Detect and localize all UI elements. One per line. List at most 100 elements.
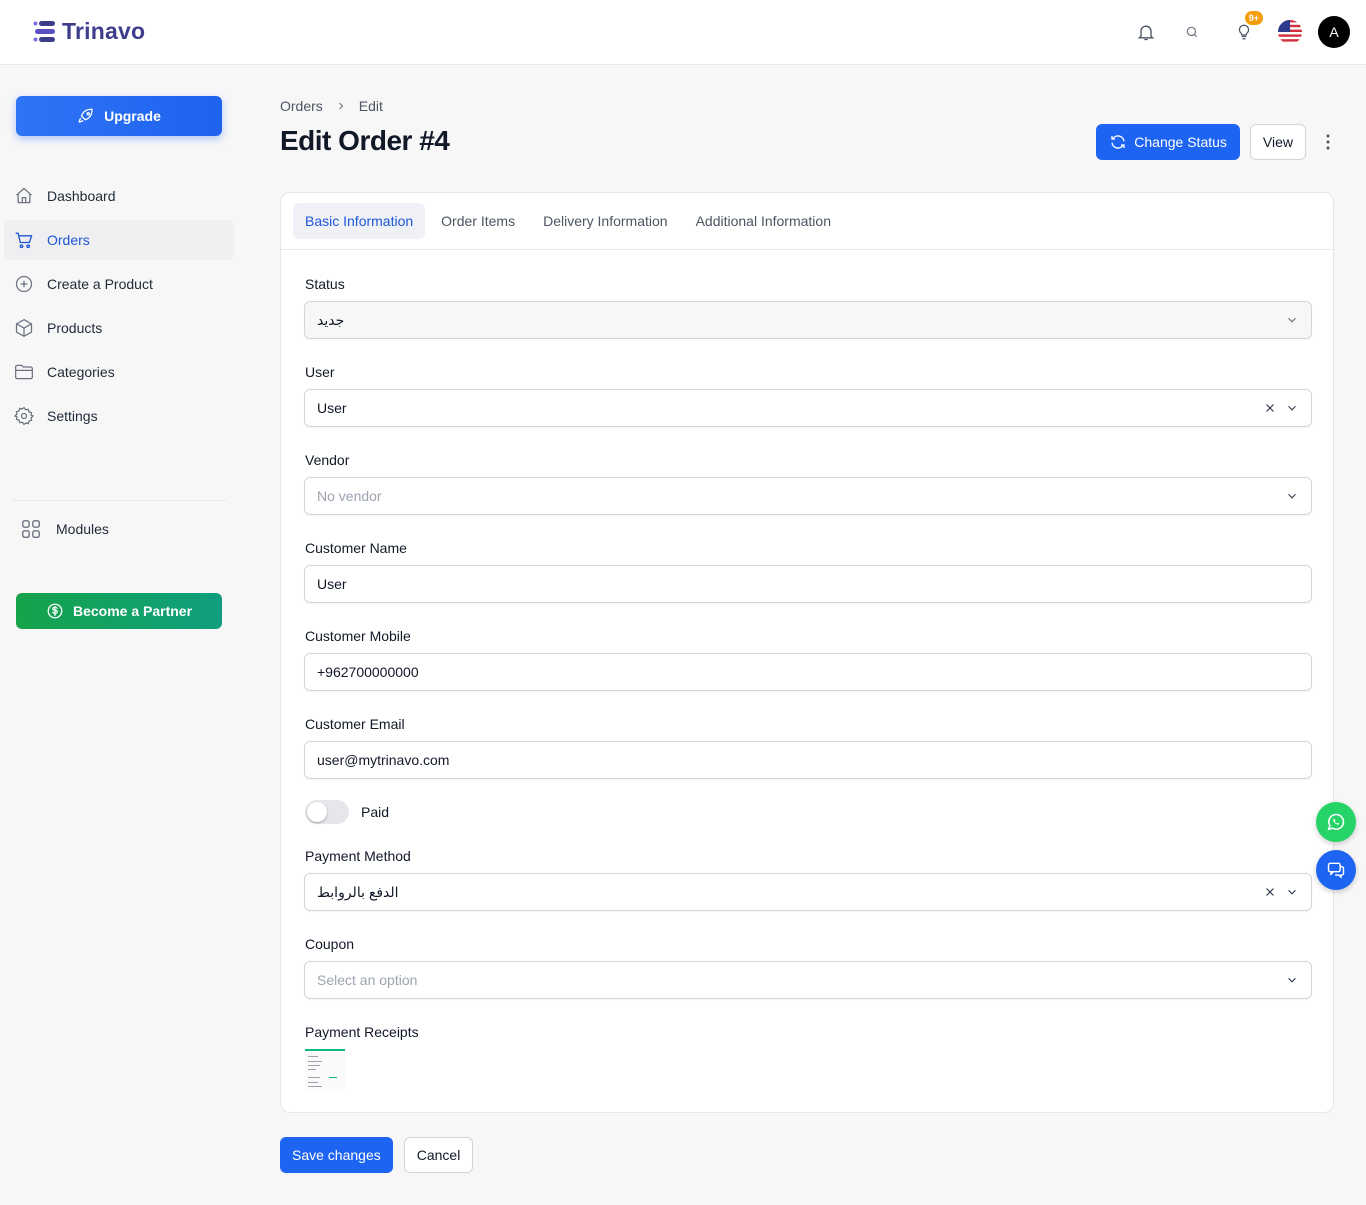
paid-label: Paid (361, 804, 390, 820)
view-button[interactable]: View (1249, 124, 1306, 160)
customer-name-label: Customer Name (305, 540, 407, 556)
user-select[interactable]: User (304, 389, 1312, 427)
sidebar-item-modules[interactable]: Modules (20, 518, 109, 540)
breadcrumb-orders-link[interactable]: Orders (280, 98, 323, 114)
receipt-line (308, 1056, 318, 1057)
payment-receipt-thumbnail[interactable] (305, 1049, 345, 1089)
logo[interactable]: Trinavo (33, 18, 145, 45)
sidebar-item-label: Products (47, 320, 103, 336)
order-form-card: Basic Information Order Items Delivery I… (280, 192, 1334, 1113)
whatsapp-button[interactable] (1316, 802, 1356, 842)
dollar-icon (47, 603, 63, 619)
clear-icon[interactable] (1263, 401, 1277, 415)
sidebar-item-settings[interactable]: Settings (4, 396, 234, 436)
coupon-select[interactable]: Select an option (304, 961, 1312, 999)
sidebar-item-create-product[interactable]: Create a Product (4, 264, 234, 304)
us-flag-icon (1278, 20, 1302, 44)
change-status-label: Change Status (1134, 134, 1227, 150)
receipt-line (308, 1082, 318, 1083)
customer-mobile-value: +962700000000 (317, 664, 419, 680)
user-value: User (317, 400, 347, 416)
clear-icon[interactable] (1263, 885, 1277, 899)
upgrade-button[interactable]: Upgrade (16, 96, 222, 136)
payment-method-select[interactable]: الدفع بالروابط (304, 873, 1312, 911)
sidebar-item-label: Create a Product (47, 276, 153, 292)
view-label: View (1262, 134, 1293, 150)
grid-icon (22, 520, 40, 538)
notifications-button[interactable] (1130, 16, 1162, 48)
coupon-placeholder: Select an option (317, 972, 418, 988)
sidebar-item-products[interactable]: Products (4, 308, 234, 348)
chat-icon (1327, 862, 1345, 879)
save-changes-button[interactable]: Save changes (280, 1137, 393, 1173)
payment-method-label: Payment Method (305, 848, 411, 864)
customer-email-label: Customer Email (305, 716, 405, 732)
chevron-down-icon (1288, 977, 1296, 983)
sidebar-item-label: Settings (47, 408, 98, 424)
receipt-line (308, 1069, 316, 1070)
payment-method-value: الدفع بالروابط (317, 883, 399, 900)
more-options-button[interactable] (1318, 124, 1338, 160)
sidebar-item-orders[interactable]: Orders (4, 220, 234, 260)
chevron-down-icon (1288, 493, 1296, 499)
sidebar-item-label: Modules (56, 521, 109, 537)
vendor-label: Vendor (305, 452, 350, 468)
top-bar: Trinavo 9+ A (0, 0, 1366, 65)
chevron-down-icon (1288, 405, 1296, 411)
tab-order-items[interactable]: Order Items (429, 203, 527, 239)
vendor-select[interactable]: No vendor (304, 477, 1312, 515)
customer-email-input[interactable]: user@mytrinavo.com (304, 741, 1312, 779)
sidebar-item-categories[interactable]: Categories (4, 352, 234, 392)
status-label: Status (305, 276, 345, 292)
tab-delivery-information[interactable]: Delivery Information (531, 203, 680, 239)
change-status-button[interactable]: Change Status (1096, 124, 1240, 160)
form-actions: Save changes Cancel (280, 1137, 474, 1173)
cart-icon (13, 229, 35, 251)
customer-name-input[interactable]: User (304, 565, 1312, 603)
upgrade-label: Upgrade (104, 108, 161, 124)
receipt-line (308, 1086, 322, 1087)
coupon-label: Coupon (305, 936, 355, 952)
cancel-button[interactable]: Cancel (403, 1137, 474, 1173)
user-avatar[interactable]: A (1318, 16, 1350, 48)
whatsapp-icon (1327, 813, 1345, 831)
language-selector[interactable] (1274, 16, 1306, 48)
rocket-icon (78, 108, 93, 123)
search-button[interactable] (1176, 16, 1208, 48)
customer-mobile-label: Customer Mobile (305, 628, 411, 644)
toggle-knob (307, 802, 327, 822)
paid-toggle[interactable] (305, 800, 349, 824)
chevron-right-icon (338, 102, 344, 110)
tab-additional-information[interactable]: Additional Information (684, 203, 843, 239)
customer-mobile-input[interactable]: +962700000000 (304, 653, 1312, 691)
lightbulb-icon (1238, 24, 1250, 40)
kebab-menu-icon (1326, 134, 1330, 150)
tab-basic-information[interactable]: Basic Information (293, 203, 426, 239)
home-icon (13, 185, 35, 207)
sidebar: Upgrade Dashboard Orders Create a Produc… (0, 65, 240, 1205)
receipt-line (308, 1065, 320, 1066)
vendor-placeholder: No vendor (317, 488, 382, 504)
sidebar-item-label: Categories (47, 364, 115, 380)
status-value: جديد (317, 311, 345, 328)
receipt-line (329, 1077, 337, 1078)
chat-support-button[interactable] (1316, 850, 1356, 890)
user-label: User (305, 364, 335, 380)
customer-name-value: User (317, 576, 347, 592)
partner-label: Become a Partner (72, 603, 193, 619)
breadcrumb-current: Edit (358, 98, 383, 114)
app-name: Trinavo (62, 18, 146, 44)
become-partner-button[interactable]: Become a Partner (16, 593, 222, 629)
sidebar-divider (12, 500, 226, 501)
search-icon (1186, 26, 1198, 38)
top-actions: 9+ A (1130, 11, 1350, 48)
box-icon (13, 317, 35, 339)
sidebar-nav: Dashboard Orders Create a Product Produc… (4, 176, 234, 440)
tips-button[interactable]: 9+ (1228, 11, 1263, 48)
sidebar-item-dashboard[interactable]: Dashboard (4, 176, 234, 216)
sidebar-item-label: Dashboard (47, 188, 116, 204)
gear-icon (13, 405, 35, 427)
header-actions: Change Status View (1096, 124, 1338, 160)
refresh-icon (1111, 135, 1125, 149)
status-select[interactable]: جديد (304, 301, 1312, 339)
